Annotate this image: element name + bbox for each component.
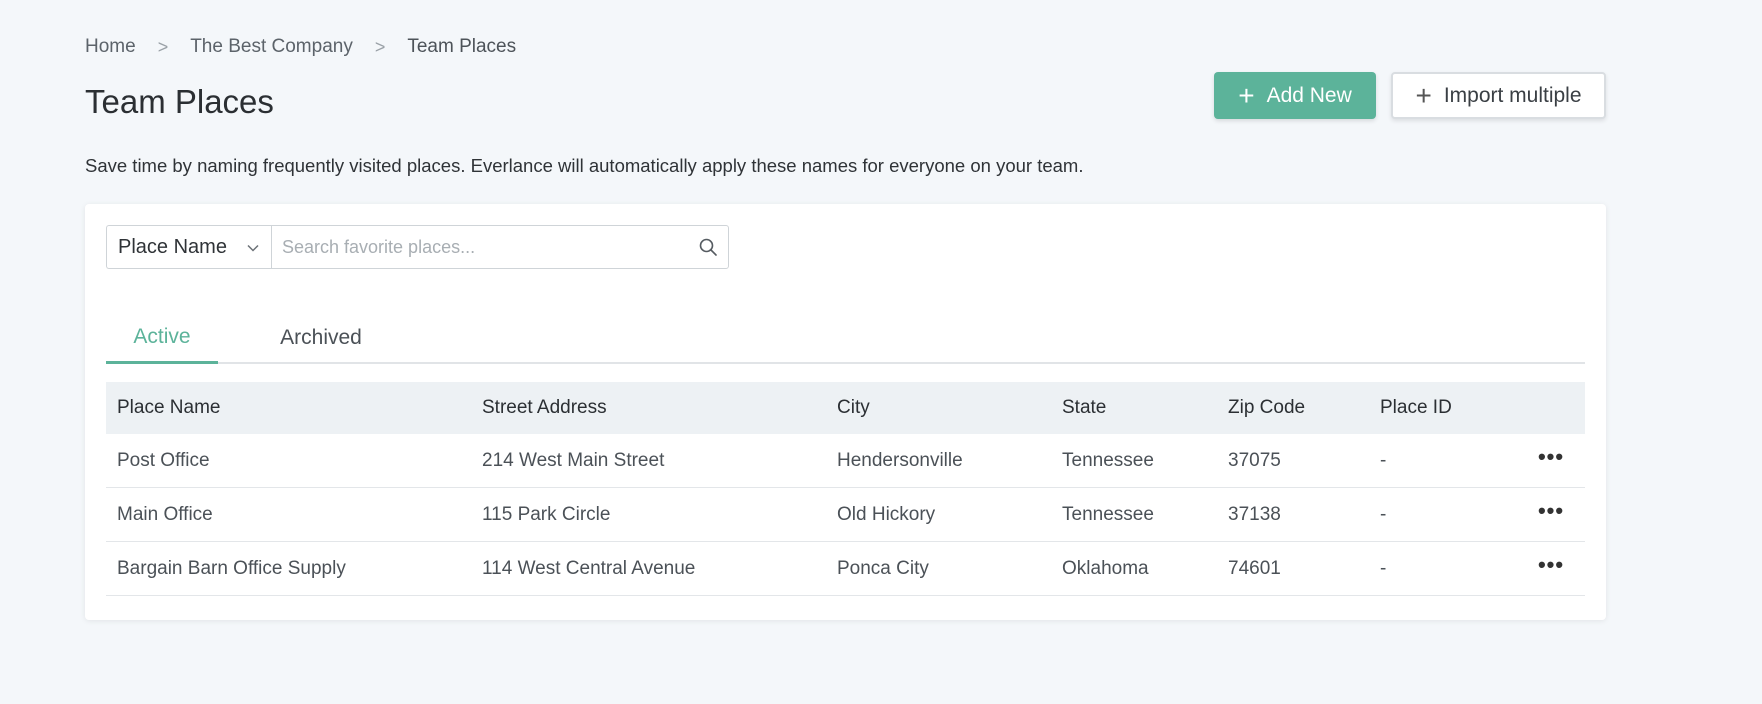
search-icon[interactable] xyxy=(698,237,718,257)
cell-state: Tennessee xyxy=(1062,449,1154,471)
breadcrumb-separator: > xyxy=(374,36,386,57)
column-header-street-address[interactable]: Street Address xyxy=(482,397,837,419)
breadcrumb: Home > The Best Company > Team Places xyxy=(85,36,516,58)
more-horizontal-icon[interactable]: ••• xyxy=(1538,499,1564,522)
more-horizontal-icon[interactable]: ••• xyxy=(1538,553,1564,576)
cell-city: Old Hickory xyxy=(837,503,936,525)
add-new-button[interactable]: + Add New xyxy=(1214,72,1376,119)
column-header-state[interactable]: State xyxy=(1062,397,1228,419)
column-header-city[interactable]: City xyxy=(837,397,1062,419)
cell-zip-code: 37138 xyxy=(1228,503,1281,525)
cell-place-name: Post Office xyxy=(117,449,210,471)
cell-place-name: Bargain Barn Office Supply xyxy=(117,557,346,579)
cell-zip-code: 37075 xyxy=(1228,449,1281,471)
search-filter-select[interactable]: Place Name xyxy=(106,225,271,269)
breadcrumb-home[interactable]: Home xyxy=(85,36,136,58)
column-header-place-name[interactable]: Place Name xyxy=(106,397,482,419)
cell-place-id: - xyxy=(1380,557,1387,579)
import-multiple-button[interactable]: + Import multiple xyxy=(1391,72,1606,119)
cell-street-address: 114 West Central Avenue xyxy=(482,557,696,579)
more-horizontal-icon[interactable]: ••• xyxy=(1538,445,1564,468)
breadcrumb-current: Team Places xyxy=(407,36,517,57)
cell-place-id: - xyxy=(1380,503,1387,525)
places-card: Place Name Active Archived Place Name St… xyxy=(85,204,1606,620)
breadcrumb-separator: > xyxy=(157,36,169,57)
import-multiple-label: Import multiple xyxy=(1443,83,1582,107)
search-field xyxy=(271,225,729,269)
page-title: Team Places xyxy=(85,83,274,120)
tab-active[interactable]: Active xyxy=(106,312,218,364)
breadcrumb-company[interactable]: The Best Company xyxy=(190,36,353,58)
cell-state: Oklahoma xyxy=(1062,557,1149,579)
search-input[interactable] xyxy=(282,236,698,258)
table-row[interactable]: Bargain Barn Office Supply 114 West Cent… xyxy=(106,542,1585,596)
cell-place-name: Main Office xyxy=(117,503,213,525)
column-header-place-id[interactable]: Place ID xyxy=(1380,397,1517,419)
cell-state: Tennessee xyxy=(1062,503,1154,525)
cell-street-address: 214 West Main Street xyxy=(482,449,665,471)
chevron-down-icon xyxy=(247,240,259,255)
cell-city: Ponca City xyxy=(837,557,929,579)
column-header-zip-code[interactable]: Zip Code xyxy=(1228,397,1380,419)
places-table: Place Name Street Address City State Zip… xyxy=(106,382,1585,596)
plus-icon: + xyxy=(1415,79,1432,111)
page-description: Save time by naming frequently visited p… xyxy=(85,155,1084,176)
table-row[interactable]: Post Office 214 West Main Street Henders… xyxy=(106,434,1585,488)
cell-street-address: 115 Park Circle xyxy=(482,503,611,525)
team-places-page: Home > The Best Company > Team Places Te… xyxy=(0,0,1762,704)
plus-icon: + xyxy=(1238,79,1255,111)
table-row[interactable]: Main Office 115 Park Circle Old Hickory … xyxy=(106,488,1585,542)
search-bar: Place Name xyxy=(106,225,729,269)
search-filter-value: Place Name xyxy=(118,235,227,258)
add-new-label: Add New xyxy=(1266,83,1352,107)
tab-archived[interactable]: Archived xyxy=(218,312,424,364)
cell-place-id: - xyxy=(1380,449,1387,471)
status-tabs: Active Archived xyxy=(106,312,1585,364)
cell-city: Hendersonville xyxy=(837,449,963,471)
table-header: Place Name Street Address City State Zip… xyxy=(106,382,1585,434)
cell-zip-code: 74601 xyxy=(1228,557,1281,579)
